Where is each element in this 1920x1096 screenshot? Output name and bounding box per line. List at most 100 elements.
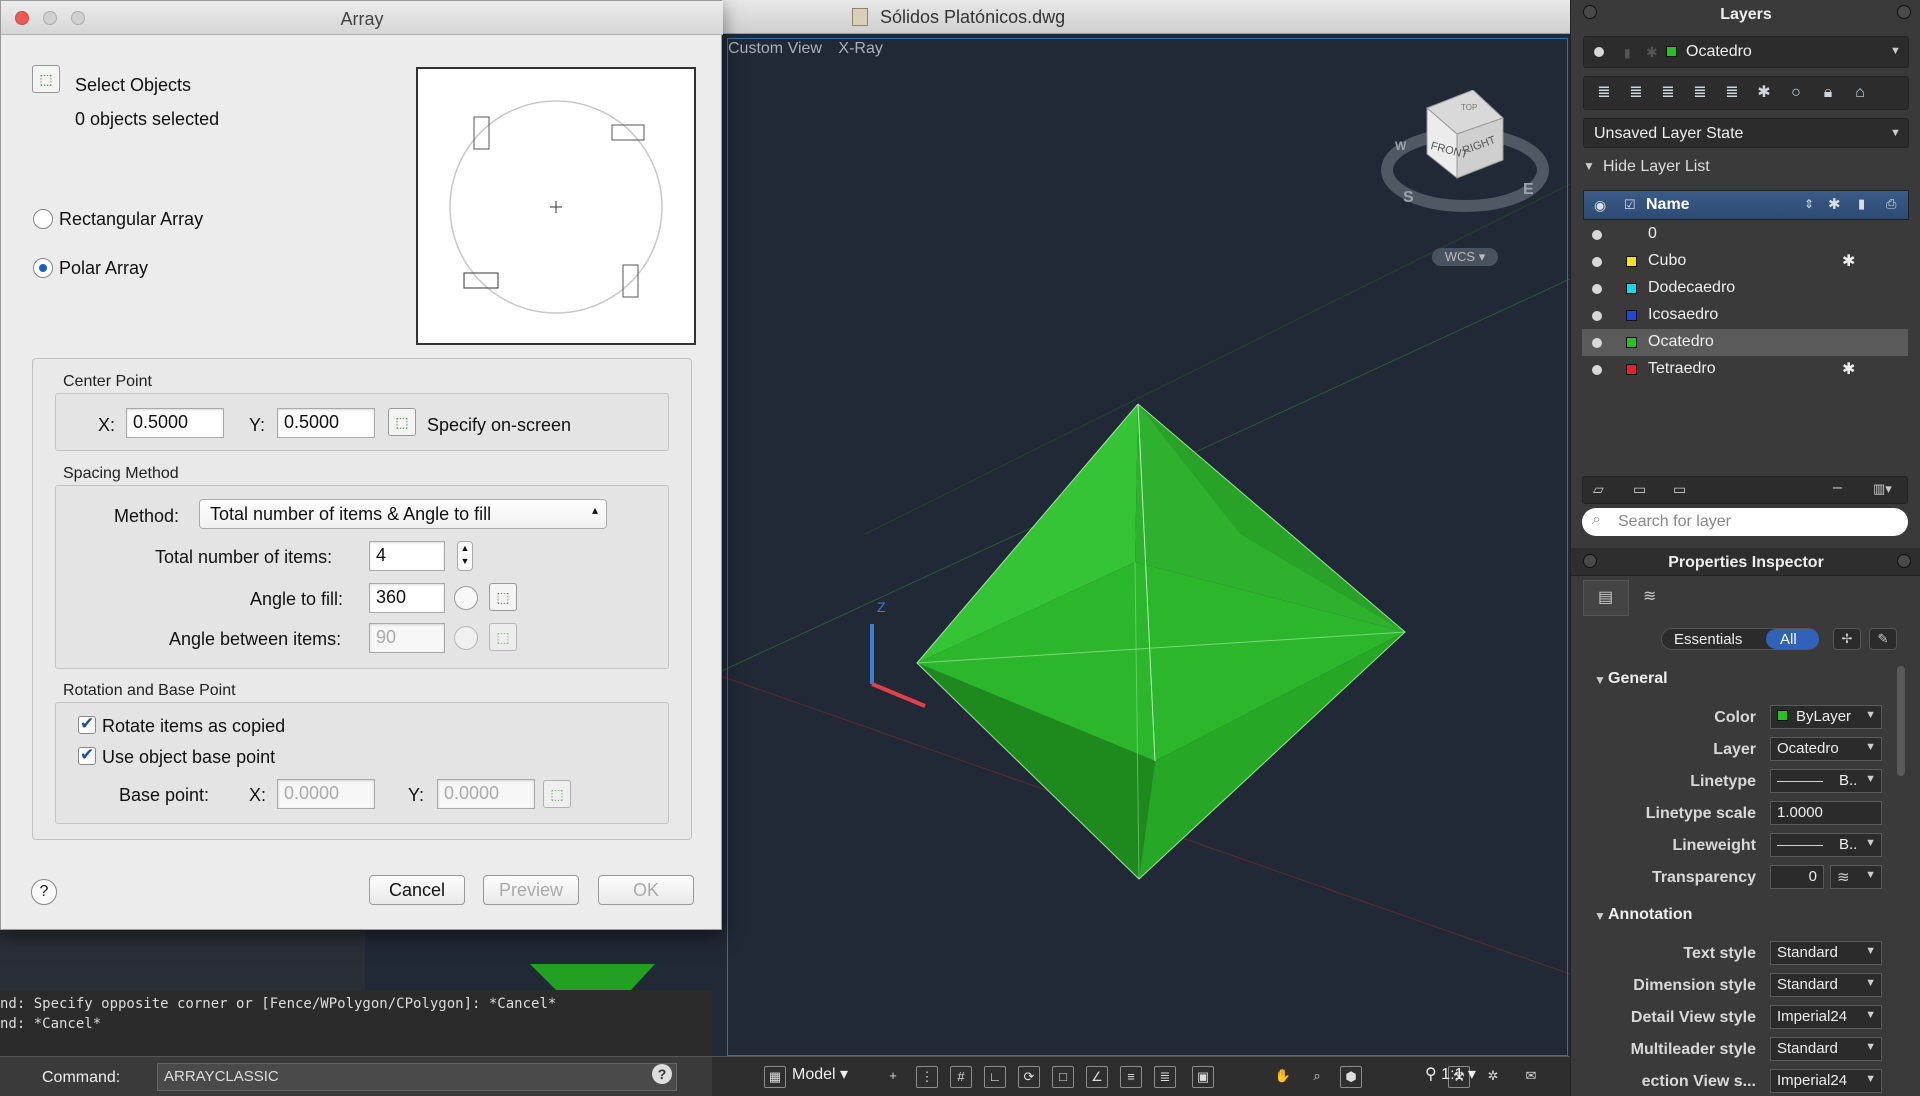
polar-tracking-icon[interactable]: ⟳ <box>1018 1066 1040 1088</box>
quick-select-icon[interactable]: ✢ <box>1833 628 1861 650</box>
wcs-menu[interactable]: WCS ▾ <box>1432 248 1498 266</box>
linetype-select[interactable]: B.. ▼ <box>1770 769 1882 793</box>
layer-row-selected[interactable]: Ocatedro <box>1582 329 1908 356</box>
essentials-tab[interactable]: Essentials <box>1674 631 1742 648</box>
rotate-items-checkbox[interactable] <box>78 714 96 734</box>
panel-close-icon[interactable] <box>1583 5 1597 19</box>
layout-grid-icon[interactable]: ▦ <box>764 1066 786 1088</box>
pan-icon[interactable]: ✋ <box>1272 1066 1294 1088</box>
layer-select[interactable]: Ocatedro ▼ <box>1770 737 1882 761</box>
zoom-icon[interactable]: ⌕ <box>1306 1066 1328 1088</box>
angle-between-field[interactable]: 90 <box>369 623 445 653</box>
layer-row[interactable]: Tetraedro ✱ <box>1582 356 1908 383</box>
layer-list-header[interactable]: ◉ ☑ Name ⇕ ✱ ▮ ⎙ <box>1583 190 1909 220</box>
annotation-section[interactable]: Annotation <box>1608 906 1692 924</box>
match-properties-icon[interactable]: ✎ <box>1869 628 1897 650</box>
angle-fill-field[interactable]: 360 <box>369 583 445 613</box>
transparency-menu[interactable]: ≋ ▼ <box>1830 865 1882 889</box>
selection-cycling-icon[interactable]: ▣ <box>1192 1066 1214 1088</box>
pick-center-icon[interactable]: ⬚ <box>388 408 416 436</box>
layer-row[interactable]: Icosaedro <box>1582 302 1908 329</box>
panel-expand-icon[interactable] <box>1897 5 1911 19</box>
compass-east[interactable]: E <box>1523 181 1534 198</box>
layer-row[interactable]: Dodecaedro <box>1582 275 1908 302</box>
layer-previous-icon[interactable]: ≣ <box>1655 80 1681 106</box>
new-group-icon[interactable]: ▭ <box>1633 481 1646 498</box>
viewcube[interactable]: TOP FRONT RIGHT S E W <box>1375 90 1555 270</box>
polar-array-radio[interactable] <box>33 258 53 278</box>
model-tab[interactable]: Model ▾ <box>792 1064 848 1084</box>
scrollbar-thumb[interactable] <box>1897 666 1905 776</box>
angle-icon[interactable]: ∠ <box>1086 1066 1108 1088</box>
annotation-scale[interactable]: ⚲ 1:1 ▾ <box>1425 1064 1476 1084</box>
essentials-all-toggle[interactable]: Essentials All <box>1661 628 1819 650</box>
snap-icon[interactable]: + <box>882 1066 904 1088</box>
columns-menu-icon[interactable]: ▥▾ <box>1873 481 1892 497</box>
layer-row[interactable]: 0 <box>1582 221 1908 248</box>
transparency-field[interactable]: 0 <box>1770 865 1824 889</box>
object-base-point-checkbox[interactable] <box>78 745 96 765</box>
multileader-style-select[interactable]: Standard ▼ <box>1770 1037 1882 1061</box>
layer-color-swatch[interactable] <box>1626 283 1637 294</box>
disclosure-triangle-icon[interactable]: ▼ <box>1583 159 1595 173</box>
auto-scale-icon[interactable]: ✲ <box>1482 1066 1504 1088</box>
layer-color-swatch[interactable] <box>1626 310 1637 321</box>
layer-delete-icon[interactable]: ≣ <box>1623 80 1649 106</box>
layer-state-select[interactable]: Unsaved Layer State ▼ <box>1583 118 1909 148</box>
disclosure-triangle-icon[interactable]: ▼ <box>1594 673 1606 687</box>
linetype-scale-field[interactable]: 1.0000 <box>1770 801 1882 825</box>
panel-expand-icon[interactable] <box>1897 554 1911 568</box>
lineweight-icon[interactable]: ≡ <box>1120 1066 1142 1088</box>
current-layer-select[interactable]: ▮ ✱ Ocatedro ▼ <box>1583 36 1909 68</box>
layer-visible-icon[interactable] <box>1592 365 1602 375</box>
visual-style-label[interactable]: X-Ray <box>838 40 882 57</box>
view-label[interactable]: Custom View <box>728 40 822 57</box>
viewport-controls[interactable]: Custom View X-Ray <box>728 40 895 58</box>
polar-array-label[interactable]: Polar Array <box>59 258 148 279</box>
detail-view-style-select[interactable]: Imperial24 ▼ <box>1770 1005 1882 1029</box>
compass-west[interactable]: W <box>1395 139 1407 153</box>
compass-south[interactable]: S <box>1403 189 1414 206</box>
pick-angle-between-icon[interactable]: ⬚ <box>489 623 517 651</box>
method-select[interactable]: Total number of items & Angle to fill ▴ <box>199 499 607 529</box>
preview-button[interactable]: Preview <box>483 875 579 905</box>
snap-mode-icon[interactable]: ⋮ <box>916 1066 938 1088</box>
hide-layer-list-toggle[interactable]: Hide Layer List <box>1603 158 1710 176</box>
lineweight-select[interactable]: B.. ▼ <box>1770 833 1882 857</box>
dimension-style-select[interactable]: Standard ▼ <box>1770 973 1882 997</box>
layer-unlock-icon[interactable]: ⌂ <box>1847 80 1873 106</box>
command-input[interactable]: ARRAYCLASSIC <box>157 1063 677 1091</box>
orbit-icon[interactable]: ⬢ <box>1340 1066 1362 1088</box>
layer-lock-icon[interactable]: 🔒︎ <box>1815 80 1841 106</box>
layer-props-tab-icon[interactable]: ≋ <box>1643 586 1656 606</box>
layer-search-box[interactable]: ⌕ Search for layer <box>1582 508 1908 536</box>
layer-visible-icon[interactable] <box>1592 311 1602 321</box>
section-view-style-select[interactable]: Imperial24 ▼ <box>1770 1069 1882 1093</box>
freeze-icon[interactable]: ✱ <box>1842 251 1855 271</box>
base-x-field[interactable]: 0.0000 <box>277 779 375 809</box>
delete-layer-icon[interactable]: – <box>1833 479 1842 497</box>
total-items-field[interactable]: 4 <box>369 541 445 571</box>
total-items-stepper[interactable]: ▲ ▼ <box>457 541 473 571</box>
rectangular-array-label[interactable]: Rectangular Array <box>59 209 203 230</box>
layer-visible-icon[interactable] <box>1592 284 1602 294</box>
viewcube-top[interactable]: TOP <box>1461 103 1477 112</box>
cancel-button[interactable]: Cancel <box>369 875 465 905</box>
layer-visible-icon[interactable] <box>1592 230 1602 240</box>
all-tab[interactable]: All <box>1766 629 1819 649</box>
name-column-header[interactable]: Name <box>1646 196 1690 214</box>
layer-color-swatch[interactable] <box>1626 364 1637 375</box>
layer-color-swatch[interactable] <box>1626 337 1637 348</box>
layer-visible-icon[interactable] <box>1592 338 1602 348</box>
text-style-select[interactable]: Standard ▼ <box>1770 941 1882 965</box>
angle-dial-icon[interactable] <box>454 626 478 650</box>
osnap-icon[interactable]: □ <box>1052 1066 1074 1088</box>
pick-angle-fill-icon[interactable]: ⬚ <box>489 583 517 611</box>
object-props-tab[interactable]: ▤ <box>1583 580 1629 616</box>
freeze-icon[interactable]: ✱ <box>1842 359 1855 379</box>
layer-isolate-icon[interactable]: ≣ <box>1719 80 1745 106</box>
base-y-field[interactable]: 0.0000 <box>437 779 535 809</box>
object-base-point-label[interactable]: Use object base point <box>102 747 275 768</box>
angle-dial-icon[interactable] <box>454 586 478 610</box>
center-y-field[interactable]: 0.5000 <box>277 408 375 438</box>
